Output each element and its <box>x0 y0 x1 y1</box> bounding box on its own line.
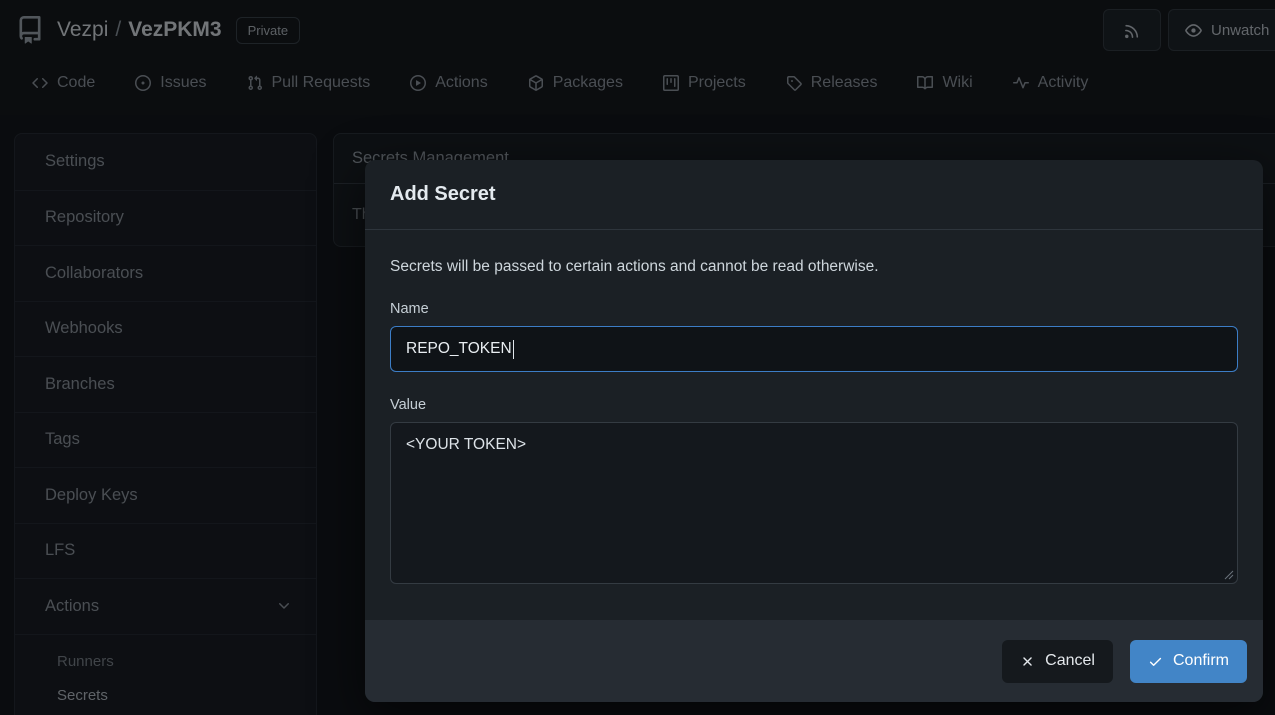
secret-value-text: <YOUR TOKEN> <box>406 436 526 453</box>
secret-value-textarea[interactable]: <YOUR TOKEN> <box>390 422 1238 584</box>
value-field-label: Value <box>390 397 1238 413</box>
cancel-button[interactable]: Cancel <box>1002 640 1113 683</box>
modal-title: Add Secret <box>390 183 496 206</box>
cancel-label: Cancel <box>1045 652 1095 670</box>
resize-grip-icon[interactable] <box>1221 567 1234 580</box>
x-icon <box>1020 654 1035 669</box>
add-secret-modal: Add Secret Secrets will be passed to cer… <box>365 160 1263 702</box>
secret-name-value: REPO_TOKEN <box>406 340 512 358</box>
secret-name-input[interactable]: REPO_TOKEN <box>390 326 1238 372</box>
check-icon <box>1148 654 1163 669</box>
modal-footer: Cancel Confirm <box>365 620 1263 702</box>
name-field-label: Name <box>390 301 1238 317</box>
gitea-repo-settings-page: Vezpi/VezPKM3 Private Unwatch Code Issue… <box>0 0 1275 715</box>
modal-header: Add Secret <box>365 160 1263 230</box>
modal-description: Secrets will be passed to certain action… <box>390 258 1238 276</box>
text-caret <box>513 340 514 359</box>
confirm-button[interactable]: Confirm <box>1130 640 1247 683</box>
modal-body: Secrets will be passed to certain action… <box>365 230 1263 620</box>
confirm-label: Confirm <box>1173 652 1229 670</box>
